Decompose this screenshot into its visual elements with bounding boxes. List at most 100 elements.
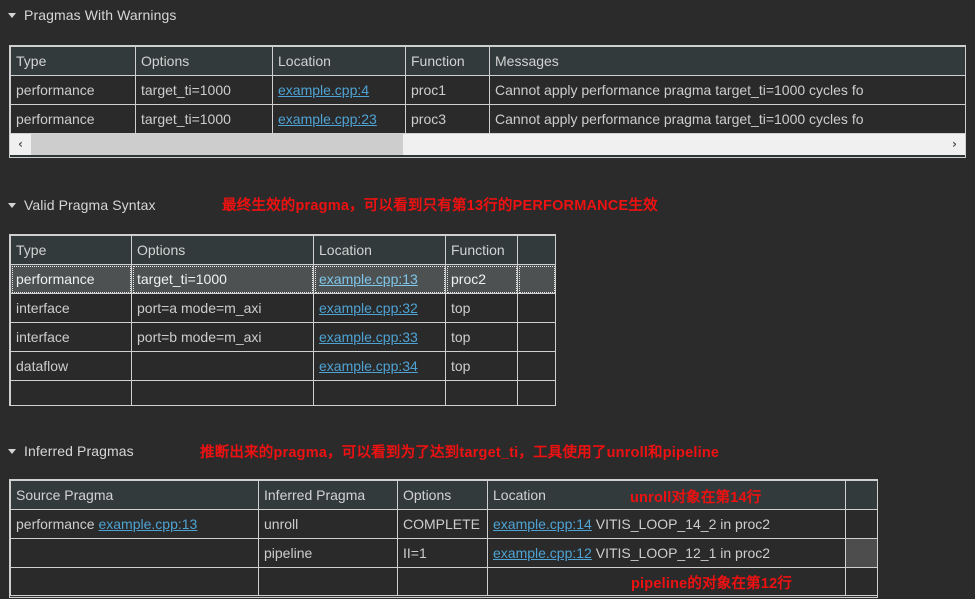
scrollbar-thumb[interactable] xyxy=(31,134,403,155)
cell-messages: Cannot apply performance pragma target_t… xyxy=(489,104,965,134)
section-header-valid-pragma-syntax[interactable]: Valid Pragma Syntax xyxy=(0,194,156,216)
cell-function: top xyxy=(445,322,518,352)
table-row[interactable]: interface port=a mode=m_axi example.cpp:… xyxy=(10,293,555,323)
cell-options: port=b mode=m_axi xyxy=(131,322,314,352)
cell-location[interactable]: example.cpp:4 xyxy=(272,75,406,105)
cell-options: target_ti=1000 xyxy=(135,104,273,134)
location-link[interactable]: example.cpp:14 xyxy=(493,516,592,532)
cell-extra xyxy=(517,380,555,405)
cell-type: interface xyxy=(10,293,132,323)
cell-source-pragma xyxy=(10,567,259,596)
cell-function: proc1 xyxy=(405,75,490,105)
table-row[interactable]: performance target_ti=1000 example.cpp:1… xyxy=(10,264,555,294)
location-rest-text: VITIS_LOOP_14_2 in proc2 xyxy=(591,516,771,532)
cell-options: COMPLETE xyxy=(397,509,488,539)
column-header-type[interactable]: Type xyxy=(10,46,136,76)
location-link[interactable]: example.cpp:34 xyxy=(319,358,418,374)
cell-messages: Cannot apply performance pragma target_t… xyxy=(489,75,965,105)
table-row[interactable]: performance target_ti=1000 example.cpp:2… xyxy=(10,104,965,134)
location-link[interactable]: example.cpp:4 xyxy=(278,82,369,98)
valid-pragma-syntax-table: Type Options Location Function performan… xyxy=(10,235,555,405)
location-link[interactable]: example.cpp:23 xyxy=(278,111,377,127)
table-row[interactable]: dataflow example.cpp:34 top xyxy=(10,351,555,381)
table-row[interactable]: interface port=b mode=m_axi example.cpp:… xyxy=(10,322,555,352)
annotation-inferred-pragmas: 推断出来的pragma，可以看到为了达到target_ti，工具使用了unrol… xyxy=(200,445,720,461)
table-row[interactable]: performance target_ti=1000 example.cpp:4… xyxy=(10,75,965,105)
table-row[interactable]: performance example.cpp:13 unroll COMPLE… xyxy=(10,509,877,539)
cell-inferred-pragma: pipeline xyxy=(258,538,398,568)
cell-location[interactable]: example.cpp:33 xyxy=(313,322,446,352)
cell-location[interactable]: example.cpp:34 xyxy=(313,351,446,381)
location-link[interactable]: example.cpp:12 xyxy=(493,545,592,561)
cell-inferred-pragma xyxy=(258,567,398,596)
section-title: Inferred Pragmas xyxy=(24,443,134,459)
cell-extra xyxy=(845,509,877,539)
cell-extra xyxy=(517,322,555,352)
table-row[interactable]: pipeline II=1 example.cpp:12 VITIS_LOOP_… xyxy=(10,538,877,568)
column-header-function[interactable]: Function xyxy=(405,46,490,76)
location-link[interactable]: example.cpp:33 xyxy=(319,329,418,345)
disclosure-triangle-icon[interactable] xyxy=(8,202,16,208)
cell-function: top xyxy=(445,351,518,381)
column-header-type[interactable]: Type xyxy=(10,235,132,265)
cell-type: performance xyxy=(10,75,136,105)
cell-extra xyxy=(845,538,877,568)
cell-location[interactable]: example.cpp:23 xyxy=(272,104,406,134)
cell-location[interactable]: example.cpp:13 xyxy=(313,264,446,294)
scroll-right-arrow-icon[interactable]: › xyxy=(944,134,965,155)
cell-type xyxy=(10,380,132,405)
cell-location[interactable]: example.cpp:14 VITIS_LOOP_14_2 in proc2 xyxy=(487,509,846,539)
table-row[interactable] xyxy=(10,380,555,405)
cell-function xyxy=(445,380,518,405)
cell-location[interactable]: example.cpp:32 xyxy=(313,293,446,323)
column-header-location[interactable]: Location xyxy=(313,235,446,265)
cell-extra xyxy=(845,567,877,596)
valid-pragma-syntax-table-container: Type Options Location Function performan… xyxy=(9,234,556,406)
cell-location[interactable]: example.cpp:12 VITIS_LOOP_12_1 in proc2 xyxy=(487,538,846,568)
cell-function: proc2 xyxy=(445,264,518,294)
cell-type: interface xyxy=(10,322,132,352)
source-pragma-text: performance xyxy=(16,516,99,532)
cell-options xyxy=(397,567,488,596)
column-header-location[interactable]: Location xyxy=(272,46,406,76)
section-header-pragmas-with-warnings[interactable]: Pragmas With Warnings xyxy=(0,4,177,26)
table-header-row: Type Options Location Function xyxy=(10,235,555,265)
annotation-valid-pragma-syntax: 最终生效的pragma，可以看到只有第13行的PERFORMANCE生效 xyxy=(222,198,658,214)
horizontal-scrollbar[interactable]: ‹ › xyxy=(10,134,965,155)
cell-options xyxy=(131,351,314,381)
cell-extra xyxy=(517,351,555,381)
cell-source-pragma[interactable]: performance example.cpp:13 xyxy=(10,509,259,539)
pragmas-with-warnings-table: Type Options Location Function Messages … xyxy=(10,46,965,134)
section-header-inferred-pragmas[interactable]: Inferred Pragmas xyxy=(0,440,134,462)
location-link[interactable]: example.cpp:13 xyxy=(319,271,418,287)
column-header-extra[interactable] xyxy=(845,480,877,510)
scrollbar-track[interactable] xyxy=(31,134,944,155)
cell-options: target_ti=1000 xyxy=(135,75,273,105)
section-title: Valid Pragma Syntax xyxy=(24,197,156,213)
column-header-messages[interactable]: Messages xyxy=(489,46,965,76)
cell-type: performance xyxy=(10,264,132,294)
column-header-inferred-pragma[interactable]: Inferred Pragma xyxy=(258,480,398,510)
scroll-left-arrow-icon[interactable]: ‹ xyxy=(10,134,31,155)
disclosure-triangle-icon[interactable] xyxy=(8,448,16,454)
annotation-pipeline-location: pipeline的对象在第12行 xyxy=(631,576,793,592)
source-pragma-link[interactable]: example.cpp:13 xyxy=(98,516,197,532)
column-header-options[interactable]: Options xyxy=(397,480,488,510)
cell-type: dataflow xyxy=(10,351,132,381)
cell-location xyxy=(313,380,446,405)
table-header-row: Type Options Location Function Messages xyxy=(10,46,965,76)
column-header-options[interactable]: Options xyxy=(131,235,314,265)
cell-options xyxy=(131,380,314,405)
column-header-source-pragma[interactable]: Source Pragma xyxy=(10,480,259,510)
cell-function: top xyxy=(445,293,518,323)
annotation-unroll-location: unroll对象在第14行 xyxy=(630,490,762,506)
column-header-function[interactable]: Function xyxy=(445,235,518,265)
disclosure-triangle-icon[interactable] xyxy=(8,12,16,18)
column-header-options[interactable]: Options xyxy=(135,46,273,76)
cell-inferred-pragma: unroll xyxy=(258,509,398,539)
column-header-extra[interactable] xyxy=(517,235,555,265)
cell-extra xyxy=(517,293,555,323)
cell-function: proc3 xyxy=(405,104,490,134)
location-link[interactable]: example.cpp:32 xyxy=(319,300,418,316)
cell-extra xyxy=(517,264,555,294)
